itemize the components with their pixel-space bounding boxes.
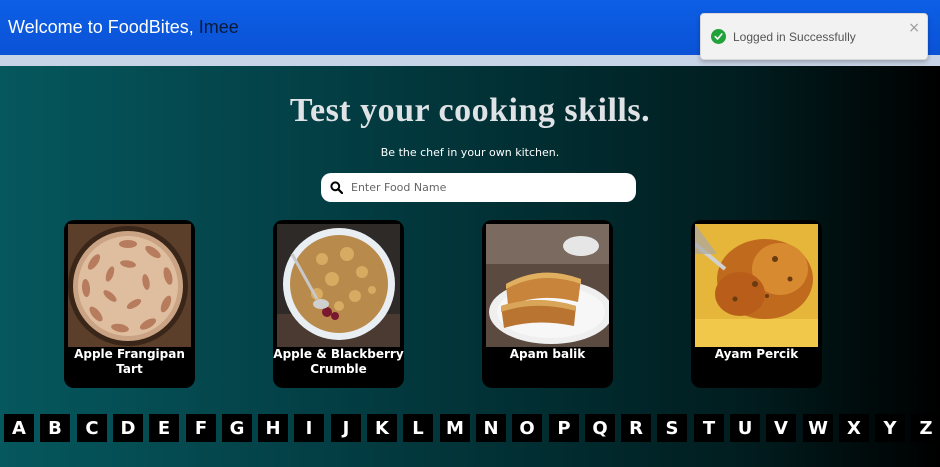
letter-filter-t[interactable]: T (694, 414, 724, 442)
search-icon[interactable] (321, 173, 351, 202)
recipe-image[interactable] (277, 224, 400, 347)
letter-filter-e[interactable]: E (149, 414, 179, 442)
welcome-text: Welcome to FoodBites, (8, 17, 194, 37)
letter-filter-x[interactable]: X (839, 414, 869, 442)
letter-filter-m[interactable]: M (440, 414, 470, 442)
letter-filter-k[interactable]: K (367, 414, 397, 442)
page-subtitle: Be the chef in your own kitchen. (380, 146, 560, 159)
page-title: Test your cooking skills. (289, 92, 651, 129)
letter-filter-c[interactable]: C (77, 414, 107, 442)
letter-filter-q[interactable]: Q (585, 414, 615, 442)
letter-filter-u[interactable]: U (730, 414, 760, 442)
recipe-card[interactable]: Ayam Percik (691, 220, 822, 388)
letter-filter-y[interactable]: Y (875, 414, 905, 442)
recipe-image[interactable] (486, 224, 609, 347)
recipe-name: Ayam Percik (714, 347, 799, 361)
letter-filter-b[interactable]: B (40, 414, 70, 442)
toast-message: Logged in Successfully (733, 29, 856, 44)
recipe-image[interactable] (695, 224, 818, 347)
recipe-card[interactable]: Apam balik (482, 220, 613, 388)
recipe-name: Apple Frangipan Tart (74, 347, 185, 376)
letter-filter-r[interactable]: R (621, 414, 651, 442)
letter-filter-v[interactable]: V (766, 414, 796, 442)
letter-filter-h[interactable]: H (258, 414, 288, 442)
letter-filter-z[interactable]: Z (911, 414, 940, 442)
letter-filter-p[interactable]: P (549, 414, 579, 442)
search-input[interactable] (351, 181, 621, 194)
close-icon[interactable]: × (908, 21, 920, 35)
recipe-name: Apam balik (509, 347, 586, 361)
main-content: Test your cooking skills. Be the chef in… (0, 66, 940, 467)
letter-filter-d[interactable]: D (113, 414, 143, 442)
letter-filter-g[interactable]: G (222, 414, 252, 442)
recipe-card[interactable]: Apple Frangipan Tart (64, 220, 195, 388)
alphabet-filter: ABCDEFGHIJKLMNOPQRSTUVWXYZ (0, 414, 940, 442)
username: Imee (198, 17, 239, 37)
success-toast: Logged in Successfully × (700, 13, 928, 60)
letter-filter-s[interactable]: S (657, 414, 687, 442)
letter-filter-w[interactable]: W (803, 414, 833, 442)
recipe-image[interactable] (68, 224, 191, 347)
letter-filter-l[interactable]: L (403, 414, 433, 442)
recipe-card[interactable]: Apple & Blackberry Crumble (273, 220, 404, 388)
letter-filter-n[interactable]: N (476, 414, 506, 442)
letter-filter-j[interactable]: J (331, 414, 361, 442)
letter-filter-i[interactable]: I (294, 414, 324, 442)
check-circle-icon (711, 29, 726, 44)
letter-filter-f[interactable]: F (186, 414, 216, 442)
search-bar[interactable] (321, 173, 636, 202)
letter-filter-o[interactable]: O (512, 414, 542, 442)
letter-filter-a[interactable]: A (4, 414, 34, 442)
recipe-name: Apple & Blackberry Crumble (273, 347, 404, 376)
